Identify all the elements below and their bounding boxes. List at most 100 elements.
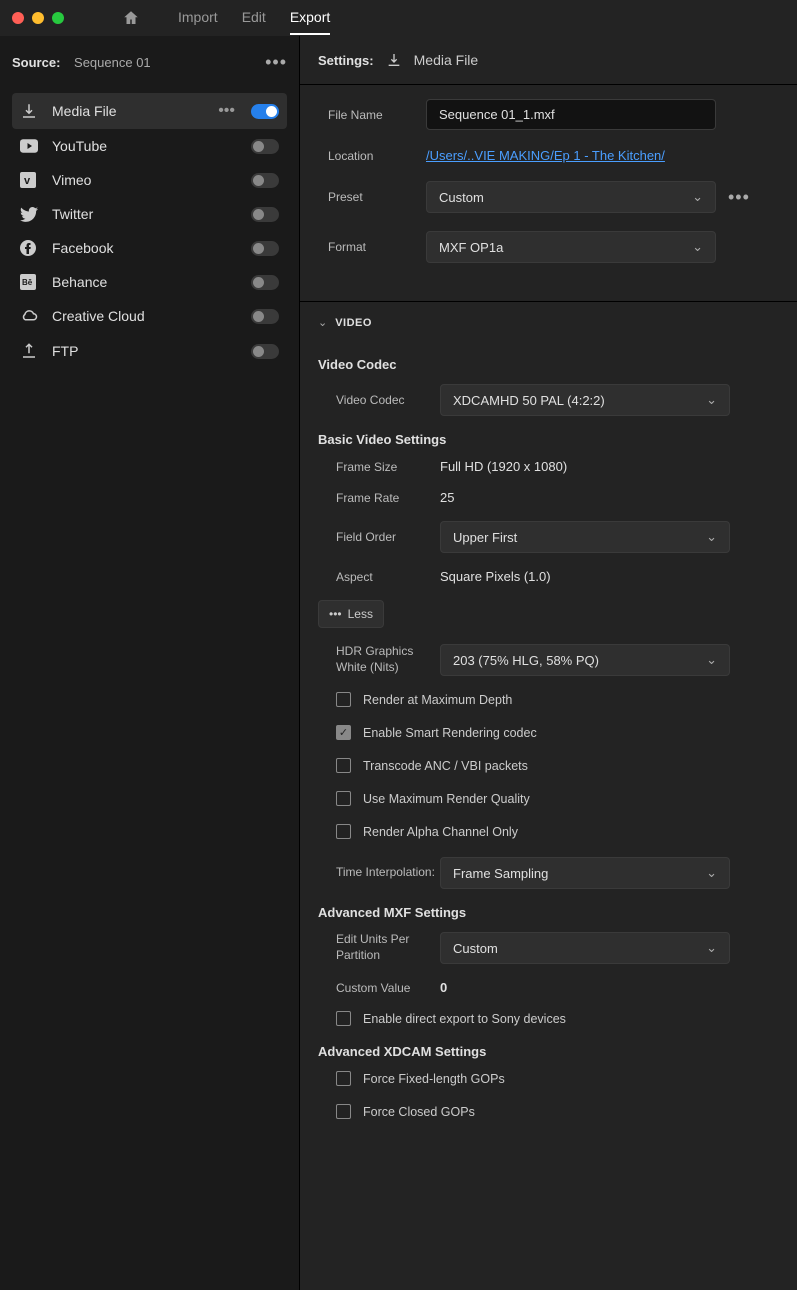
svg-text:v: v	[24, 175, 31, 187]
chevron-down-icon: ⌄	[706, 529, 717, 545]
format-select[interactable]: MXF OP1a⌄	[426, 231, 716, 263]
alpha-only-check[interactable]: Render Alpha Channel Only	[318, 824, 779, 839]
tab-export[interactable]: Export	[290, 1, 330, 35]
dest-ftp[interactable]: FTP	[12, 333, 287, 369]
dest-label: FTP	[52, 343, 239, 359]
video-codec-label: Video Codec	[336, 393, 440, 407]
checkbox-icon	[336, 1071, 351, 1086]
source-name[interactable]: Sequence 01	[74, 55, 151, 70]
time-interp-label: Time Interpolation:	[336, 865, 440, 881]
chevron-down-icon: ⌄	[692, 189, 703, 205]
render-max-depth-check[interactable]: Render at Maximum Depth	[318, 692, 779, 707]
location-link[interactable]: /Users/..VIE MAKING/Ep 1 - The Kitchen/	[426, 148, 665, 163]
edit-units-select[interactable]: Custom⌄	[440, 932, 730, 964]
upload-icon	[20, 342, 40, 360]
force-closed-gop-check[interactable]: Force Closed GOPs	[318, 1104, 779, 1119]
workspace-tabs: Import Edit Export	[178, 1, 330, 35]
dest-toggle[interactable]	[251, 173, 279, 188]
checkbox-icon	[336, 758, 351, 773]
settings-header: Settings: Media File	[300, 36, 797, 85]
dest-toggle[interactable]	[251, 207, 279, 222]
dest-toggle[interactable]	[251, 275, 279, 290]
creative-cloud-icon	[20, 309, 40, 323]
settings-label: Settings:	[318, 53, 374, 68]
svg-text:Bē: Bē	[22, 278, 33, 287]
adv-mxf-title: Advanced MXF Settings	[318, 905, 779, 920]
edit-units-label: Edit Units Per Partition	[336, 932, 440, 963]
aspect-label: Aspect	[336, 570, 440, 584]
chevron-down-icon: ⌄	[706, 392, 717, 408]
checkbox-icon	[336, 1104, 351, 1119]
youtube-icon	[20, 139, 40, 153]
dest-toggle[interactable]	[251, 344, 279, 359]
frame-rate-value: 25	[440, 490, 779, 505]
minimize-window[interactable]	[32, 12, 44, 24]
dest-label: Behance	[52, 274, 239, 290]
home-icon[interactable]	[122, 9, 140, 27]
field-order-label: Field Order	[336, 530, 440, 544]
source-menu-icon[interactable]: •••	[265, 52, 287, 73]
source-row: Source: Sequence 01 •••	[12, 52, 287, 73]
dest-toggle[interactable]	[251, 241, 279, 256]
source-label: Source:	[12, 55, 60, 70]
frame-size-value: Full HD (1920 x 1080)	[440, 459, 779, 474]
frame-rate-label: Frame Rate	[336, 491, 440, 505]
smart-render-check[interactable]: ✓ Enable Smart Rendering codec	[318, 725, 779, 740]
custom-value-label: Custom Value	[336, 981, 440, 995]
video-section-header[interactable]: ⌄ VIDEO	[300, 301, 797, 339]
dest-label: Media File	[52, 103, 206, 119]
filename-label: File Name	[328, 108, 426, 122]
checkbox-icon	[336, 824, 351, 839]
twitter-icon	[20, 207, 40, 222]
preset-label: Preset	[328, 190, 426, 204]
tab-edit[interactable]: Edit	[242, 1, 266, 35]
dest-label: Facebook	[52, 240, 239, 256]
tab-import[interactable]: Import	[178, 1, 218, 35]
dest-toggle[interactable]	[251, 309, 279, 324]
maximize-window[interactable]	[52, 12, 64, 24]
hdr-select[interactable]: 203 (75% HLG, 58% PQ)⌄	[440, 644, 730, 676]
dest-label: Creative Cloud	[52, 308, 239, 324]
dots-icon: •••	[329, 607, 342, 621]
field-order-select[interactable]: Upper First⌄	[440, 521, 730, 553]
dest-label: YouTube	[52, 138, 239, 154]
chevron-down-icon: ⌄	[692, 239, 703, 255]
custom-value[interactable]: 0	[440, 980, 779, 995]
format-label: Format	[328, 240, 426, 254]
sony-export-check[interactable]: Enable direct export to Sony devices	[318, 1011, 779, 1026]
chevron-down-icon: ⌄	[706, 652, 717, 668]
location-label: Location	[328, 149, 426, 163]
preset-more-icon[interactable]: •••	[728, 187, 750, 208]
sidebar: Source: Sequence 01 ••• Media File ••• Y…	[0, 36, 300, 1290]
chevron-down-icon: ⌄	[318, 316, 327, 329]
video-codec-select[interactable]: XDCAMHD 50 PAL (4:2:2)⌄	[440, 384, 730, 416]
checkbox-icon	[336, 692, 351, 707]
force-fixed-gop-check[interactable]: Force Fixed-length GOPs	[318, 1071, 779, 1086]
use-max-quality-check[interactable]: Use Maximum Render Quality	[318, 791, 779, 806]
preset-select[interactable]: Custom⌄	[426, 181, 716, 213]
transcode-anc-check[interactable]: Transcode ANC / VBI packets	[318, 758, 779, 773]
dest-media-file[interactable]: Media File •••	[12, 93, 287, 129]
less-button[interactable]: ••• Less	[318, 600, 384, 628]
dest-toggle[interactable]	[251, 104, 279, 119]
filename-input[interactable]: Sequence 01_1.mxf	[426, 99, 716, 130]
close-window[interactable]	[12, 12, 24, 24]
dest-menu-icon[interactable]: •••	[218, 102, 235, 120]
dest-facebook[interactable]: Facebook	[12, 231, 287, 265]
basic-video-title: Basic Video Settings	[318, 432, 779, 447]
dest-toggle[interactable]	[251, 139, 279, 154]
dest-label: Vimeo	[52, 172, 239, 188]
dest-twitter[interactable]: Twitter	[12, 197, 287, 231]
chevron-down-icon: ⌄	[706, 865, 717, 881]
dest-vimeo[interactable]: v Vimeo	[12, 163, 287, 197]
checkbox-icon	[336, 791, 351, 806]
dest-youtube[interactable]: YouTube	[12, 129, 287, 163]
window-controls	[12, 12, 64, 24]
frame-size-label: Frame Size	[336, 460, 440, 474]
settings-panel: Settings: Media File File Name Sequence …	[300, 36, 797, 1290]
adv-xdcam-title: Advanced XDCAM Settings	[318, 1044, 779, 1059]
dest-creative-cloud[interactable]: Creative Cloud	[12, 299, 287, 333]
download-icon	[386, 52, 402, 68]
time-interp-select[interactable]: Frame Sampling⌄	[440, 857, 730, 889]
dest-behance[interactable]: Bē Behance	[12, 265, 287, 299]
